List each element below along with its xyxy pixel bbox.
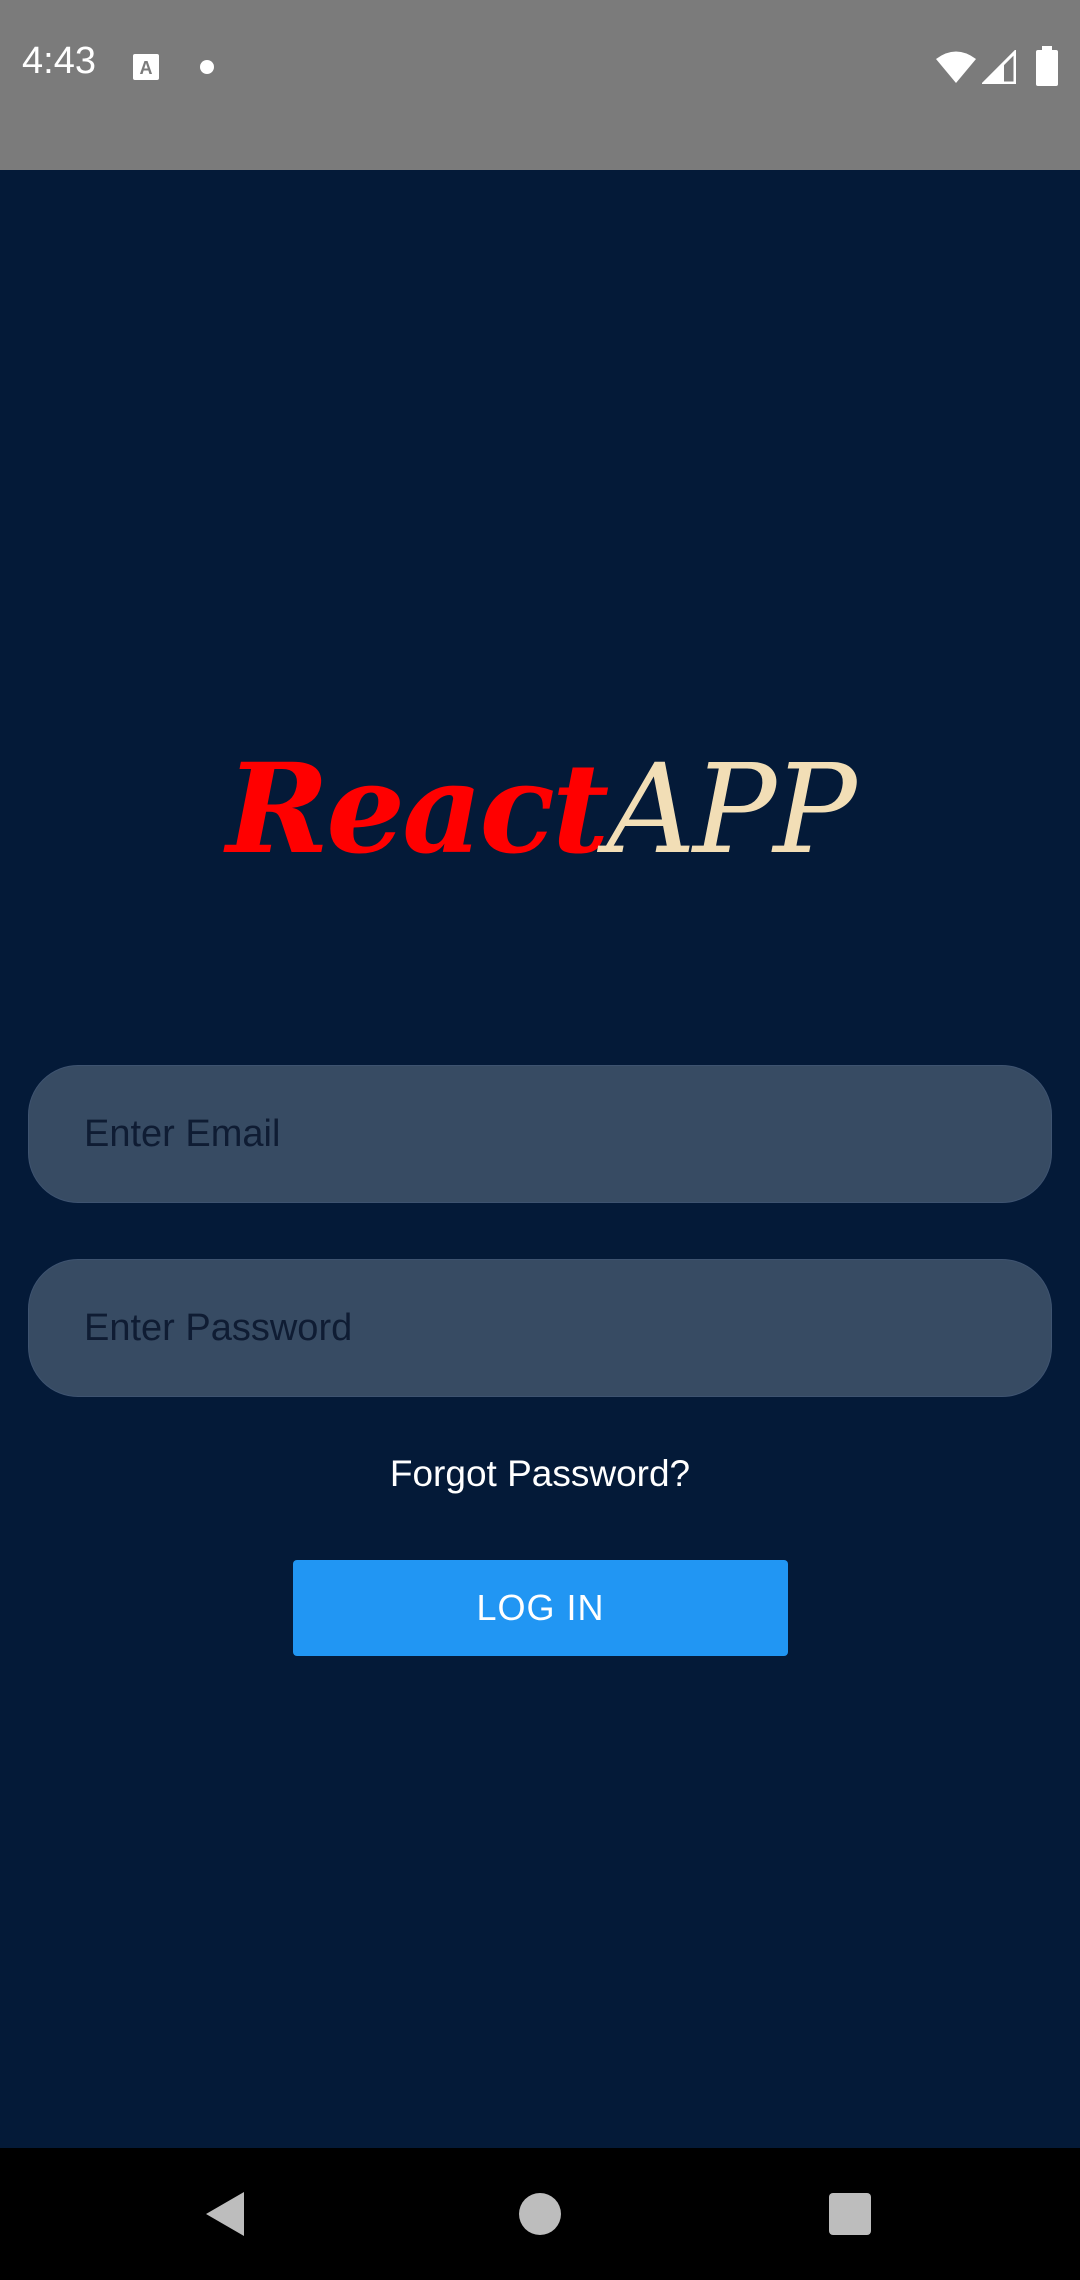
login-screen: ReactAPP Forgot Password? LOG IN <box>0 170 1080 2148</box>
password-field-container <box>28 1259 1052 1397</box>
password-field[interactable] <box>29 1260 1051 1396</box>
keyboard-a-icon: A <box>133 54 159 80</box>
back-icon[interactable] <box>204 2190 248 2238</box>
notification-dot-icon <box>200 60 214 74</box>
battery-icon <box>1036 46 1058 86</box>
wifi-icon <box>936 51 976 83</box>
status-time: 4:43 <box>22 40 96 82</box>
recents-icon[interactable] <box>829 2193 871 2235</box>
logo-app: APP <box>606 738 856 882</box>
email-field-container <box>28 1065 1052 1203</box>
login-button[interactable]: LOG IN <box>293 1560 788 1656</box>
navigation-bar <box>0 2148 1080 2280</box>
home-icon[interactable] <box>519 2193 561 2235</box>
status-bar: 4:43 A <box>0 0 1080 170</box>
app-logo: ReactAPP <box>0 737 1080 882</box>
cell-signal-icon <box>982 50 1016 84</box>
logo-react: React <box>226 737 609 882</box>
email-field[interactable] <box>29 1066 1051 1202</box>
svg-text:A: A <box>140 58 153 78</box>
forgot-password-link[interactable]: Forgot Password? <box>0 1453 1080 1503</box>
